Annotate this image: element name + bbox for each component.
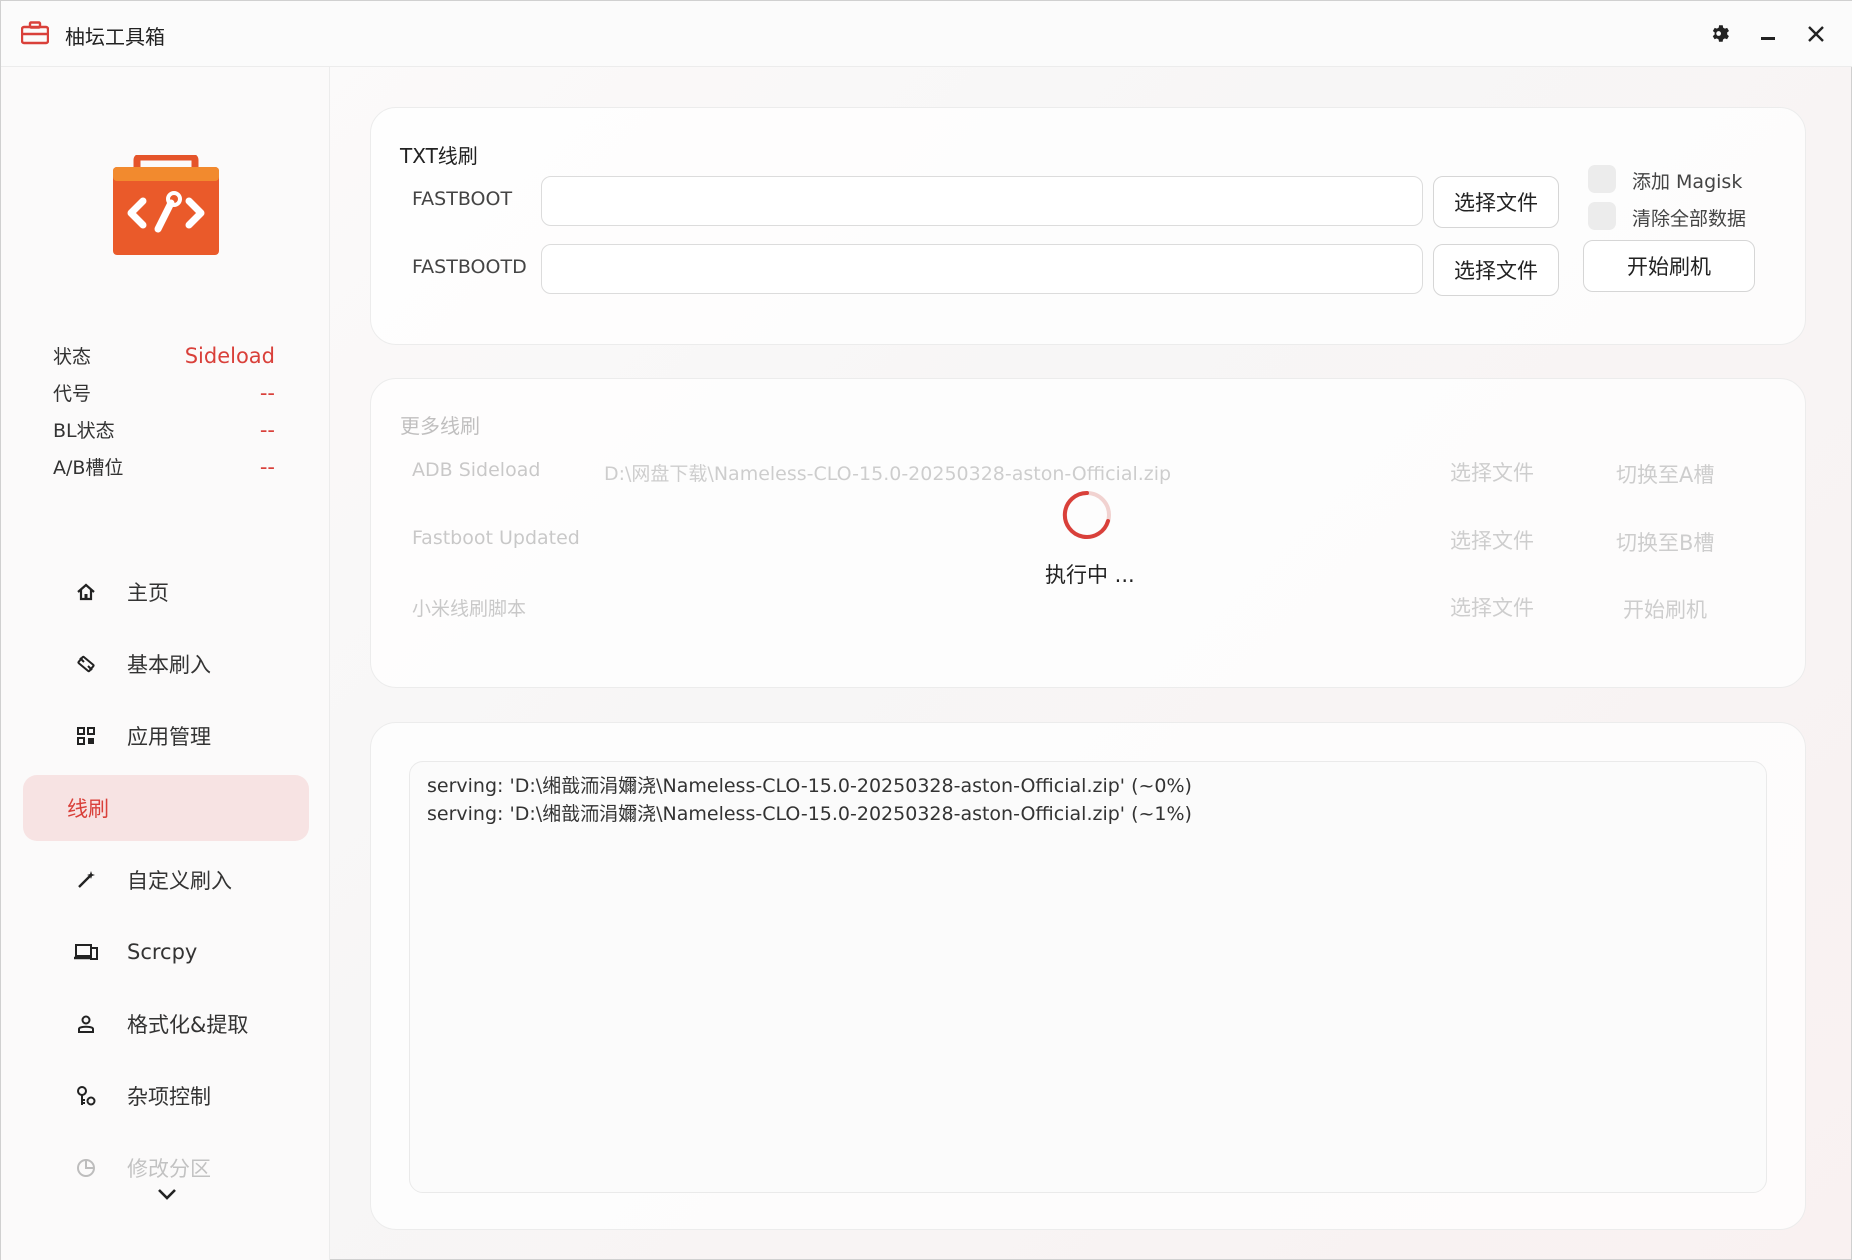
toolbox-logo [113, 155, 219, 255]
sidebar-item-label: 杂项控制 [127, 1085, 211, 1109]
sidebar-nav: 主页 基本刷入 应用管理 线刷 自定义刷入 Scrcpy 格式化&提取 杂项控制… [23, 559, 309, 1207]
minimize-icon [1761, 37, 1775, 40]
start-flash-button[interactable]: 开始刷机 [1583, 240, 1755, 292]
sidebar-item-custom-flash[interactable]: 自定义刷入 [23, 847, 309, 913]
codename-value: -- [259, 380, 275, 405]
sidebar-item-label: 修改分区 [127, 1157, 211, 1181]
wipe-data-checkbox[interactable] [1588, 202, 1616, 230]
wipe-data-label: 清除全部数据 [1632, 208, 1747, 230]
adb-sideload-label: ADB Sideload [412, 459, 541, 481]
sidebar-item-format-extract[interactable]: 格式化&提取 [23, 991, 309, 1057]
fastboot-select-file-button[interactable]: 选择文件 [1433, 176, 1559, 228]
sidebar-item-label: 主页 [127, 581, 169, 605]
sidebar-item-basic-flash[interactable]: 基本刷入 [23, 631, 309, 697]
close-button[interactable] [1801, 19, 1831, 49]
fastboot-path-input[interactable] [541, 176, 1423, 226]
ab-slot-row: A/B槽位 -- [53, 448, 275, 485]
fastbootd-path-input[interactable] [541, 244, 1423, 294]
fastbootd-select-file-button[interactable]: 选择文件 [1433, 244, 1559, 296]
fastbootd-label: FASTBOOTD [412, 256, 527, 278]
xiaomi-script-start-button[interactable]: 开始刷机 [1623, 594, 1707, 624]
sidebar-item-label: 应用管理 [127, 725, 211, 749]
flash-icon [73, 651, 99, 677]
switch-slot-b-button[interactable]: 切换至B槽 [1616, 527, 1714, 557]
wand-icon [73, 867, 99, 893]
app-title: 柚坛工具箱 [65, 25, 165, 49]
sidebar-item-scrcpy[interactable]: Scrcpy [23, 919, 309, 985]
home-icon [73, 579, 99, 605]
chevron-down-icon[interactable] [156, 1187, 178, 1201]
xiaomi-script-label: 小米线刷脚本 [412, 598, 527, 620]
sidebar-item-line-flash[interactable]: 线刷 [23, 775, 309, 841]
sidebar-item-misc-control[interactable]: 杂项控制 [23, 1063, 309, 1129]
gear-icon [1712, 25, 1729, 42]
xiaomi-script-select-file-button[interactable]: 选择文件 [1450, 592, 1534, 622]
adb-sideload-select-file-button[interactable]: 选择文件 [1450, 457, 1534, 487]
minimize-button[interactable] [1753, 19, 1783, 49]
fastboot-updated-label: Fastboot Updated [412, 527, 580, 549]
fastboot-label: FASTBOOT [412, 188, 513, 210]
apps-icon [73, 723, 99, 749]
sidebar-item-label: 基本刷入 [127, 653, 211, 677]
adb-sideload-path: D:\网盘下载\Nameless-CLO-15.0-20250328-aston… [604, 463, 1172, 485]
settings-button[interactable] [1705, 19, 1735, 49]
devices-icon [73, 939, 99, 965]
sidebar-item-label: 自定义刷入 [127, 869, 232, 893]
status-row: 状态 Sideload [53, 337, 275, 374]
loading-text: 执行中 ... [1045, 563, 1135, 587]
status-key: 状态 [53, 346, 92, 368]
codename-row: 代号 -- [53, 374, 275, 411]
title-bar: 柚坛工具箱 [1, 1, 1852, 67]
person-icon [73, 1011, 99, 1037]
sidebar-item-label: 格式化&提取 [127, 1013, 249, 1037]
ab-slot-key: A/B槽位 [53, 457, 124, 479]
add-magisk-label: 添加 Magisk [1632, 171, 1743, 193]
sidebar-item-home[interactable]: 主页 [23, 559, 309, 625]
status-value: Sideload [184, 343, 275, 368]
codename-key: 代号 [53, 383, 92, 405]
sidebar-item-label: Scrcpy [127, 940, 198, 964]
ab-slot-value: -- [259, 454, 275, 479]
close-icon [1808, 26, 1824, 42]
more-flash-title: 更多线刷 [400, 414, 480, 438]
bl-status-row: BL状态 -- [53, 411, 275, 448]
log-output[interactable]: serving: 'D:\缃戠洏涓嬭浇\Nameless-CLO-15.0-20… [409, 761, 1767, 1193]
key-gear-icon [73, 1083, 99, 1109]
log-line: serving: 'D:\缃戠洏涓嬭浇\Nameless-CLO-15.0-20… [427, 803, 1192, 825]
log-line: serving: 'D:\缃戠洏涓嬭浇\Nameless-CLO-15.0-20… [427, 775, 1192, 797]
sidebar-item-label: 线刷 [67, 797, 109, 821]
toolbox-icon [21, 21, 49, 45]
app-window: 柚坛工具箱 状态 Sideload 代号 -- BL状态 -- A/B槽位 --… [0, 0, 1852, 1260]
pie-icon [73, 1155, 99, 1181]
device-status-panel: 状态 Sideload 代号 -- BL状态 -- A/B槽位 -- [53, 337, 275, 485]
fastboot-updated-select-file-button[interactable]: 选择文件 [1450, 525, 1534, 555]
loading-spinner [1062, 490, 1111, 539]
add-magisk-checkbox[interactable] [1588, 165, 1616, 193]
sidebar-item-app-management[interactable]: 应用管理 [23, 703, 309, 769]
sidebar: 状态 Sideload 代号 -- BL状态 -- A/B槽位 -- 主页 基本… [1, 67, 330, 1260]
switch-slot-a-button[interactable]: 切换至A槽 [1616, 459, 1714, 489]
bl-status-key: BL状态 [53, 420, 115, 442]
txt-flash-title: TXT线刷 [400, 144, 478, 168]
bl-status-value: -- [259, 417, 275, 442]
